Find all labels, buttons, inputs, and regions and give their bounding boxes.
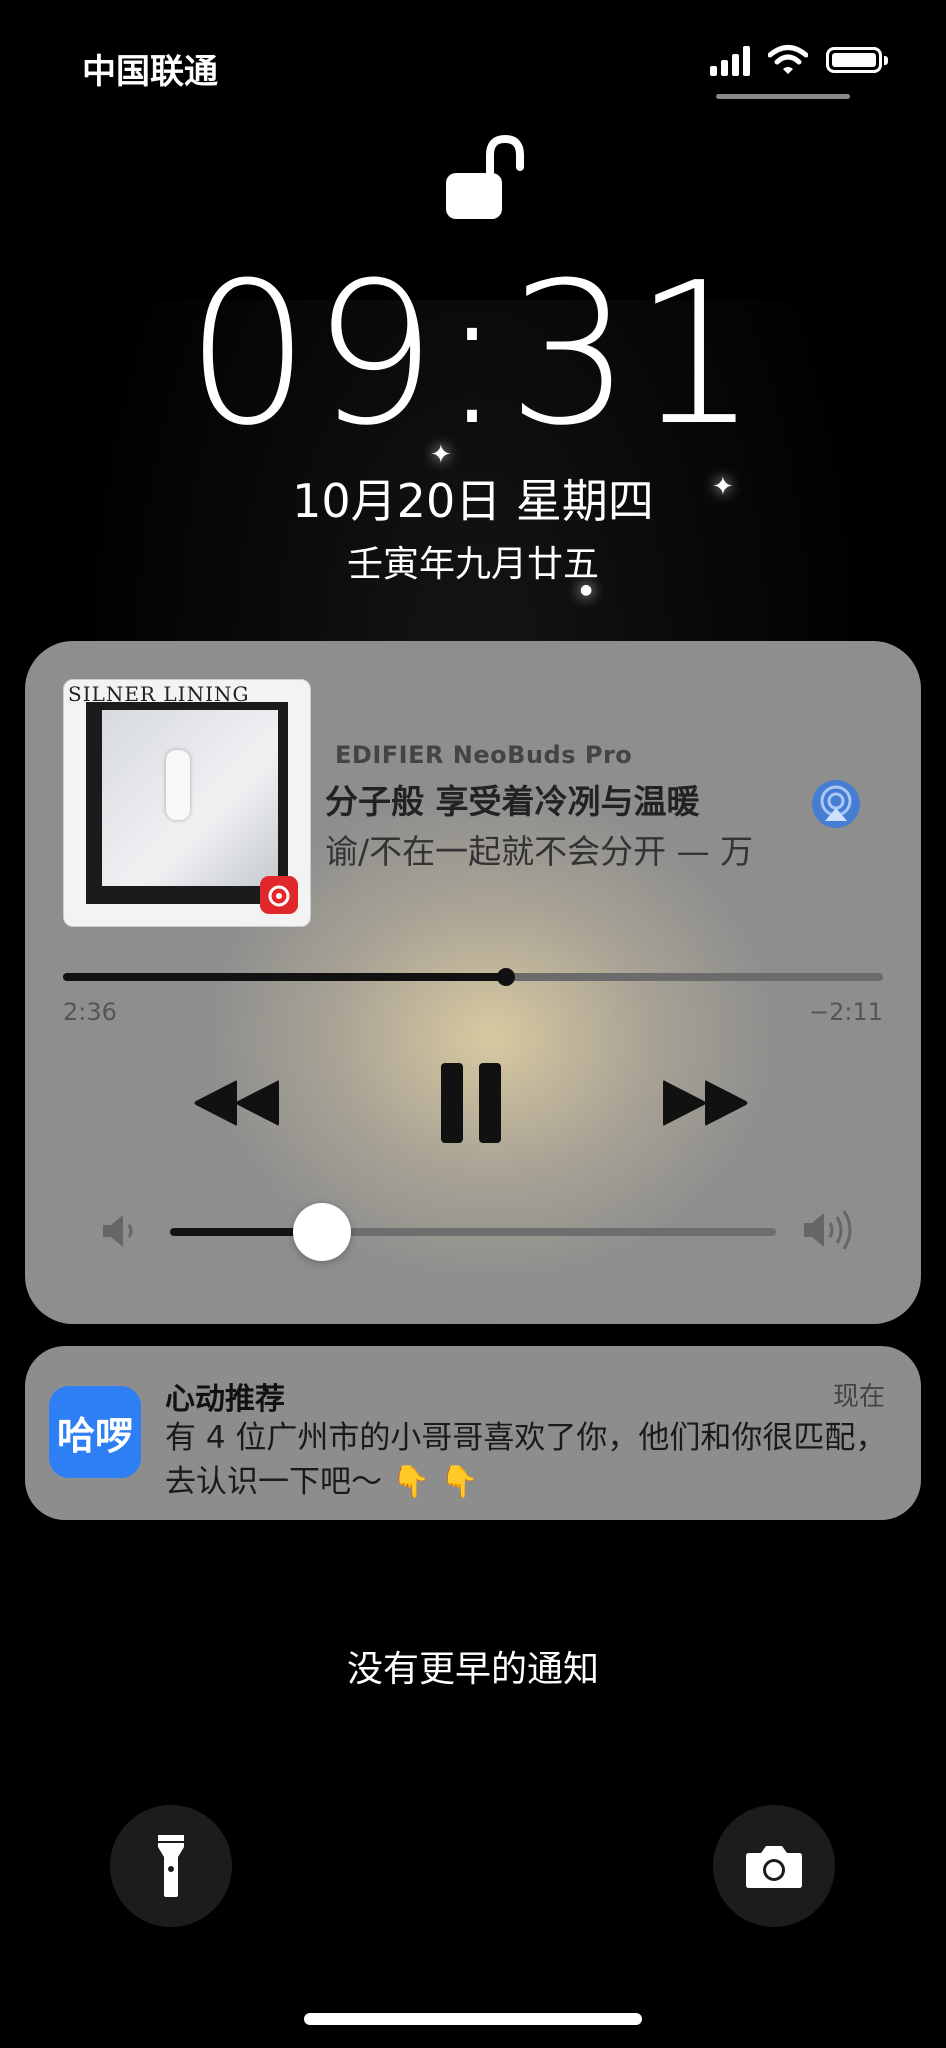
output-device-label: EDIFIER NeoBuds Pro <box>335 741 633 769</box>
netease-music-icon <box>260 876 298 914</box>
album-art-text: SILNER LINING <box>68 682 250 706</box>
playback-progress-fill <box>63 973 506 981</box>
pause-icon <box>441 1063 501 1143</box>
carrier-name: 中国联通 <box>82 52 218 92</box>
volume-slider-handle[interactable] <box>292 1203 351 1261</box>
rewind-button[interactable] <box>193 1077 279 1132</box>
fast-forward-button[interactable] <box>663 1077 749 1132</box>
control-center-indicator[interactable] <box>716 94 850 99</box>
camera-button[interactable] <box>713 1805 835 1927</box>
unlocked-padlock-icon <box>446 134 524 219</box>
lock-screen-date: 10月20日 星期四 <box>292 474 654 528</box>
wifi-icon <box>768 45 808 74</box>
battery-icon <box>826 47 888 73</box>
flashlight-icon <box>158 1835 184 1897</box>
notification-card[interactable]: 哈啰 心动推荐 现在 有 4 位广州市的小哥哥喜欢了你，他们和你很匹配，去认识一… <box>25 1346 921 1520</box>
notification-title: 心动推荐 <box>165 1382 285 1417</box>
volume-slider[interactable] <box>170 1203 776 1261</box>
notification-time: 现在 <box>832 1382 885 1412</box>
rewind-icon <box>194 1080 279 1126</box>
album-art-photo <box>102 710 278 886</box>
remaining-time: −2:11 <box>808 998 883 1026</box>
no-earlier-notifications: 没有更早的通知 <box>346 1649 599 1690</box>
playback-scrubber[interactable] <box>496 968 515 986</box>
flashlight-button[interactable] <box>110 1805 232 1927</box>
now-playing-widget[interactable]: SILNER LINING EDIFIER NeoBuds Pro 分子般 享受… <box>25 641 921 1324</box>
speaker-high-icon <box>804 1210 852 1250</box>
pause-button[interactable] <box>441 1063 501 1146</box>
hellobike-app-icon: 哈啰 <box>49 1386 141 1478</box>
airplay-audio-icon[interactable] <box>811 779 861 829</box>
speaker-low-icon <box>103 1215 133 1247</box>
signal-bars-icon <box>710 44 750 76</box>
lunar-date: 壬寅年九月廿五 <box>346 544 599 585</box>
album-art[interactable]: SILNER LINING <box>63 679 311 927</box>
status-icons <box>710 44 888 76</box>
notification-body: 有 4 位广州市的小哥哥喜欢了你，他们和你很匹配，去认识一下吧～ 👇 👇 <box>165 1420 887 1500</box>
track-title: 分子般 享受着冷冽与温暖 <box>325 782 700 821</box>
elapsed-time: 2:36 <box>63 998 117 1026</box>
fast-forward-icon <box>663 1080 748 1126</box>
lock-screen-time: 09:31 <box>185 241 761 469</box>
camera-icon <box>746 1846 802 1888</box>
home-indicator[interactable] <box>304 2013 642 2025</box>
track-artist: 谕/不在一起就不会分开 — 万 <box>325 832 754 871</box>
album-art-figure <box>166 750 190 820</box>
playback-progress-bar[interactable] <box>63 968 883 986</box>
battery-fill <box>832 53 876 67</box>
